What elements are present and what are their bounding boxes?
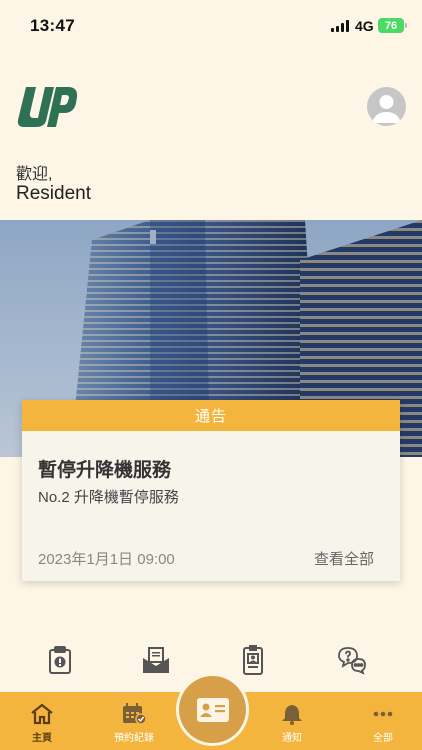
battery-icon: 76 (378, 18, 404, 33)
notice-card[interactable]: 通告 暫停升降機服務 No.2 升降機暫停服務 2023年1月1日 09:00 … (22, 400, 400, 581)
tab-all[interactable]: 全部 (341, 692, 422, 750)
tab-notifications[interactable]: 通知 (250, 692, 334, 750)
profile-avatar-button[interactable] (367, 87, 406, 126)
notice-body: No.2 升降機暫停服務 (38, 489, 179, 506)
home-icon (31, 703, 53, 725)
username-text: Resident (16, 183, 91, 204)
tab-bookings-label: 預約紀錄 (114, 733, 154, 744)
clipboard-alert-icon[interactable] (44, 644, 76, 676)
more-dots-icon (373, 711, 393, 717)
tab-home[interactable]: 主頁 (0, 692, 84, 750)
tab-notifications-label: 通知 (282, 733, 302, 744)
notice-header: 通告 (22, 400, 400, 431)
battery-tip (405, 23, 407, 28)
id-card-icon (196, 697, 229, 722)
battery-level: 76 (384, 19, 398, 32)
notice-title: 暫停升降機服務 (38, 460, 172, 481)
id-card-button[interactable] (179, 676, 246, 743)
app-logo (16, 85, 78, 127)
greeting-text: 歡迎, (16, 166, 53, 183)
chat-question-icon[interactable] (335, 644, 367, 676)
tab-bookings[interactable]: 預約紀錄 (92, 692, 176, 750)
view-all-link[interactable]: 查看全部 (314, 548, 374, 569)
person-icon (372, 95, 401, 123)
mail-open-icon[interactable] (140, 644, 172, 676)
notice-date: 2023年1月1日 09:00 (38, 551, 175, 568)
quick-actions (0, 644, 422, 680)
network-label: 4G (355, 18, 374, 34)
tab-all-label: 全部 (373, 733, 393, 744)
signal-icon (331, 20, 349, 32)
bell-icon (282, 705, 302, 725)
calendar-check-icon (123, 703, 147, 725)
id-badge-icon[interactable] (237, 644, 269, 676)
tab-home-label: 主頁 (32, 733, 52, 744)
status-bar: 13:47 4G 76 (0, 0, 422, 50)
status-time: 13:47 (30, 16, 75, 35)
